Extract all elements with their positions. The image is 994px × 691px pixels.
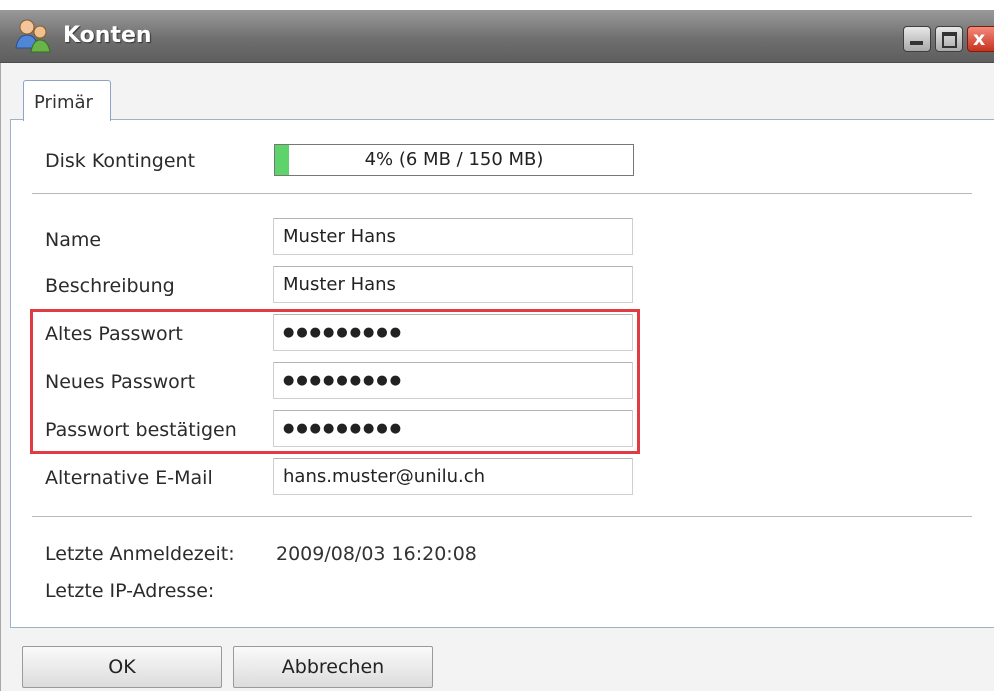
tab-label: Primär	[34, 92, 93, 113]
disk-quota-label: Disk Kontingent	[45, 150, 196, 172]
close-button[interactable]: x	[967, 26, 994, 52]
tab-primaer[interactable]: Primär	[23, 80, 111, 121]
divider	[32, 516, 972, 517]
maximize-button[interactable]	[935, 26, 963, 52]
divider	[32, 193, 972, 194]
window-titlebar: Konten x	[0, 10, 994, 63]
alt-email-label: Alternative E-Mail	[45, 467, 213, 489]
disk-quota-text: 4% (6 MB / 150 MB)	[364, 149, 544, 170]
last-login-value: 2009/08/03 16:20:08	[276, 543, 477, 565]
password-highlight-box	[30, 309, 640, 454]
cancel-button[interactable]: Abbrechen	[233, 646, 433, 688]
window-title: Konten	[63, 23, 152, 48]
last-login-label: Letzte Anmeldezeit:	[45, 543, 235, 565]
minimize-icon	[910, 41, 923, 45]
maximize-icon	[942, 32, 957, 48]
name-field[interactable]: Muster Hans	[273, 218, 633, 255]
minimize-button[interactable]	[903, 26, 931, 52]
description-field[interactable]: Muster Hans	[273, 266, 633, 303]
description-label: Beschreibung	[45, 275, 175, 297]
ok-button[interactable]: OK	[22, 646, 222, 688]
alt-email-field[interactable]: hans.muster@unilu.ch	[273, 458, 633, 495]
name-label: Name	[45, 229, 102, 251]
disk-quota-bar: 4% (6 MB / 150 MB)	[274, 144, 634, 176]
user-accounts-icon	[15, 19, 51, 53]
last-ip-label: Letzte IP-Adresse:	[45, 580, 215, 602]
close-icon: x	[973, 28, 986, 50]
